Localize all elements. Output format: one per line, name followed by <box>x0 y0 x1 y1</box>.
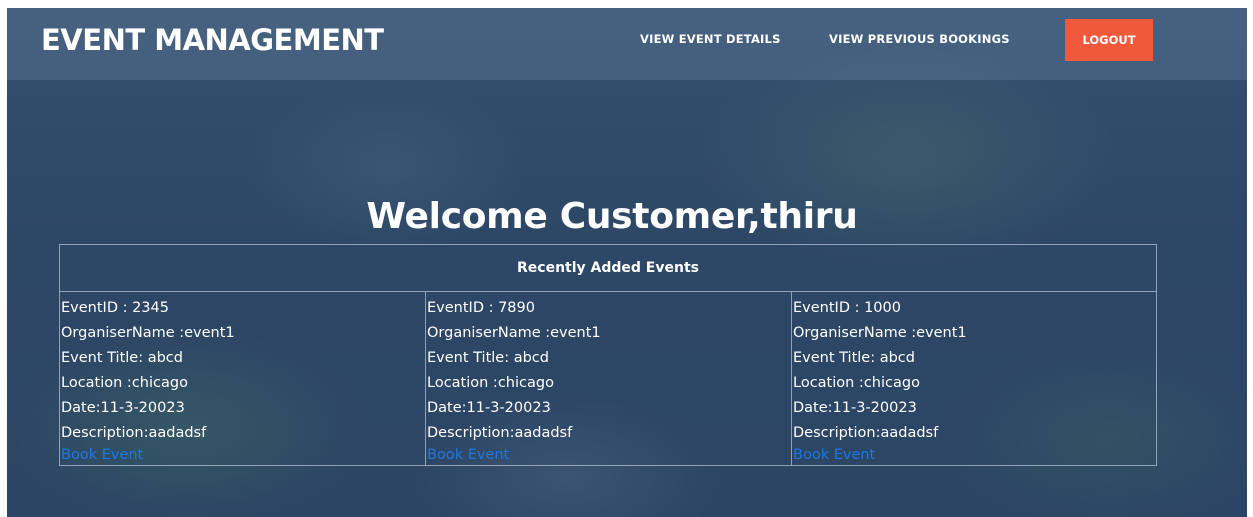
event-card: EventID : 7890 OrganiserName :event1 Eve… <box>426 292 792 466</box>
nav-view-previous-bookings[interactable]: VIEW PREVIOUS BOOKINGS <box>829 32 1010 46</box>
event-date: Date:11-3-20023 <box>793 400 917 416</box>
event-id: EventID : 1000 <box>793 300 901 316</box>
recent-events-title: Recently Added Events <box>60 245 1156 292</box>
event-date: Date:11-3-20023 <box>61 400 185 416</box>
events-row: EventID : 2345 OrganiserName :event1 Eve… <box>60 292 1156 466</box>
nav-view-event-details[interactable]: VIEW EVENT DETAILS <box>640 32 781 46</box>
logout-button[interactable]: LOGOUT <box>1065 19 1153 61</box>
event-card: EventID : 2345 OrganiserName :event1 Eve… <box>60 292 426 466</box>
book-event-link[interactable]: Book Event <box>793 446 1156 464</box>
event-location: Location :chicago <box>793 375 920 391</box>
event-organiser: OrganiserName :event1 <box>427 325 601 341</box>
top-navbar: EVENT MANAGEMENT VIEW EVENT DETAILS VIEW… <box>7 8 1247 80</box>
page-background: EVENT MANAGEMENT VIEW EVENT DETAILS VIEW… <box>7 8 1247 517</box>
event-title: Event Title: abcd <box>427 350 549 366</box>
brand-logo[interactable]: EVENT MANAGEMENT <box>41 23 384 57</box>
event-title: Event Title: abcd <box>61 350 183 366</box>
event-id: EventID : 2345 <box>61 300 169 316</box>
event-title: Event Title: abcd <box>793 350 915 366</box>
book-event-link[interactable]: Book Event <box>61 446 425 464</box>
event-card: EventID : 1000 OrganiserName :event1 Eve… <box>792 292 1156 466</box>
event-description: Description:aadadsf <box>427 425 573 441</box>
event-description: Description:aadadsf <box>61 425 207 441</box>
event-date: Date:11-3-20023 <box>427 400 551 416</box>
event-organiser: OrganiserName :event1 <box>61 325 235 341</box>
event-location: Location :chicago <box>61 375 188 391</box>
event-organiser: OrganiserName :event1 <box>793 325 967 341</box>
event-location: Location :chicago <box>427 375 554 391</box>
event-id: EventID : 7890 <box>427 300 535 316</box>
event-description: Description:aadadsf <box>793 425 939 441</box>
recent-events-table: Recently Added Events EventID : 2345 Org… <box>59 244 1157 466</box>
book-event-link[interactable]: Book Event <box>427 446 791 464</box>
welcome-heading: Welcome Customer,thiru <box>366 196 858 237</box>
